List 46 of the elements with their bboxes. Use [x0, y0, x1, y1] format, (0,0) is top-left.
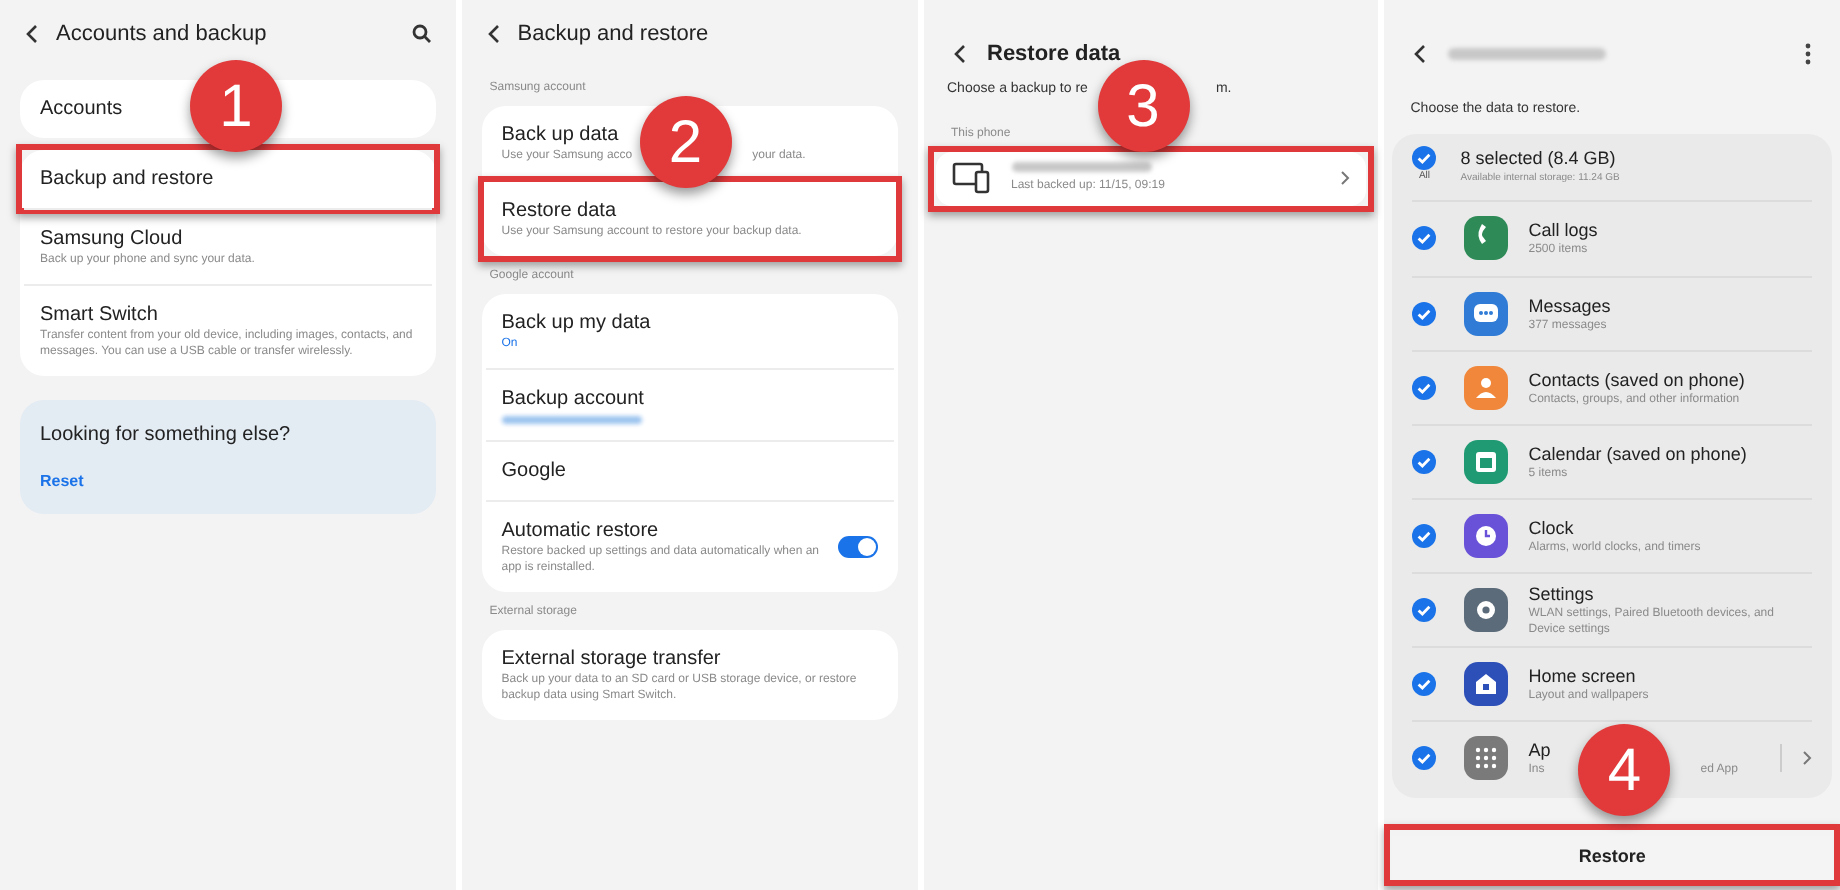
step-badge: 3: [1097, 60, 1189, 152]
page-title: Backup and restore: [517, 19, 711, 50]
reset-link[interactable]: Reset: [40, 470, 416, 494]
checkbox[interactable]: [1412, 597, 1437, 621]
checkbox[interactable]: [1412, 449, 1437, 473]
back-icon[interactable]: [951, 44, 967, 64]
chevron-right-icon[interactable]: [1802, 749, 1812, 765]
checkbox[interactable]: [1412, 146, 1437, 171]
checkbox[interactable]: [1412, 671, 1437, 695]
row-title[interactable]: Restore data: [501, 198, 617, 224]
data-type-title: Calendar (saved on phone): [1528, 441, 1749, 465]
data-type-title: Settings: [1528, 581, 1596, 605]
toggle-switch[interactable]: [837, 536, 877, 558]
checkbox[interactable]: [1412, 523, 1437, 547]
checkbox[interactable]: [1412, 375, 1437, 399]
row-title[interactable]: Samsung Cloud: [40, 226, 183, 252]
data-type-title: Contacts (saved on phone): [1528, 367, 1747, 391]
row-title[interactable]: Backup and restore: [40, 166, 214, 192]
data-type-title: Ap: [1528, 737, 1553, 761]
data-type-title: Home screen: [1528, 663, 1638, 687]
page-title: Accounts and backup: [56, 19, 269, 50]
data-type-title: Call logs: [1528, 218, 1600, 242]
row-title[interactable]: Smart Switch: [40, 302, 158, 328]
back-icon[interactable]: [1412, 44, 1429, 64]
back-icon[interactable]: [24, 24, 40, 44]
search-icon[interactable]: [411, 24, 432, 44]
data-type-title: Messages: [1528, 293, 1613, 317]
row-title[interactable]: Backup account: [501, 386, 644, 412]
chevron-right-icon: [1340, 170, 1351, 186]
more-options-icon[interactable]: [1804, 42, 1812, 66]
selection-summary: 8 selected (8.4 GB): [1460, 145, 1618, 172]
row-title[interactable]: External storage transfer: [501, 646, 721, 672]
suggestion-title: Looking for something else?: [40, 422, 293, 450]
row-title[interactable]: Automatic restore: [501, 518, 659, 544]
row-title[interactable]: Back up my data: [501, 310, 651, 336]
checkbox[interactable]: [1412, 745, 1437, 769]
redacted-text: [1011, 161, 1151, 171]
step-badge: 1: [190, 60, 282, 152]
back-icon[interactable]: [485, 24, 502, 44]
checkbox[interactable]: [1412, 301, 1437, 325]
row-title[interactable]: Back up data: [501, 122, 619, 148]
devices-icon: [951, 162, 991, 194]
row-title[interactable]: Accounts: [40, 96, 123, 122]
row-title[interactable]: Google: [501, 458, 566, 484]
data-type-title: Clock: [1528, 515, 1576, 539]
checkbox[interactable]: [1412, 226, 1437, 250]
